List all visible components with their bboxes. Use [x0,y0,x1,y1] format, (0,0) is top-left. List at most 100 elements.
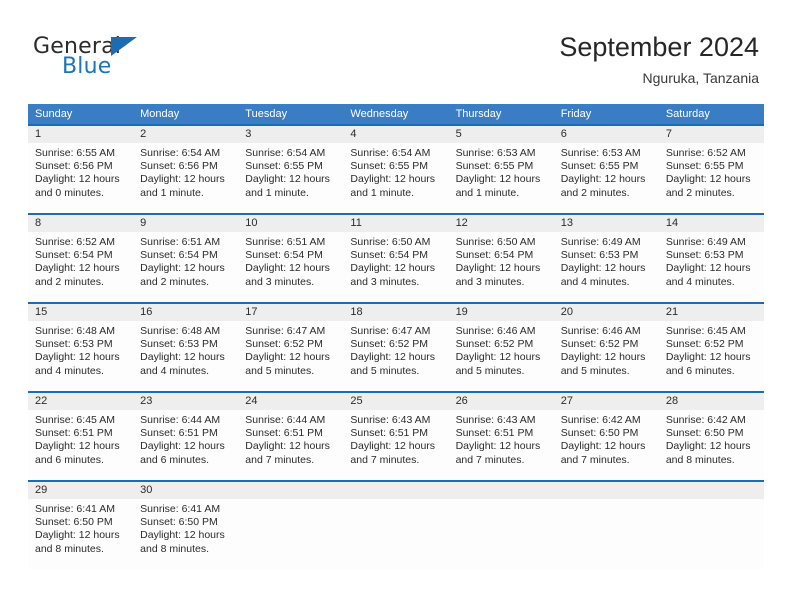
day-details: Sunrise: 6:54 AM Sunset: 6:56 PM Dayligh… [133,143,238,200]
sunset-text: Sunset: 6:53 PM [140,338,218,351]
sunset-text: Sunset: 6:52 PM [560,338,639,351]
day-cell[interactable]: 29 Sunrise: 6:41 AM Sunset: 6:50 PM Dayl… [28,482,134,569]
day-cell-empty [238,482,344,569]
day-cell[interactable]: 15 Sunrise: 6:48 AM Sunset: 6:53 PM Dayl… [28,304,134,391]
sunset-text: Sunset: 6:52 PM [455,338,534,351]
day-number: 2 [133,126,239,143]
day-details: Sunrise: 6:43 AM Sunset: 6:51 PM Dayligh… [343,410,448,467]
sunset-text: Sunset: 6:55 PM [455,160,534,173]
sunrise-text: Sunrise: 6:51 AM [245,236,326,248]
daylight-text-line1: Daylight: 12 hours [350,440,436,453]
sunset-text: Sunset: 6:56 PM [35,160,113,173]
day-cell[interactable]: 1 Sunrise: 6:55 AM Sunset: 6:56 PM Dayli… [28,126,134,213]
daylight-text-line2: and 4 minutes. [560,275,630,288]
day-cell[interactable]: 9 Sunrise: 6:51 AM Sunset: 6:54 PM Dayli… [133,215,239,302]
day-cell[interactable]: 16 Sunrise: 6:48 AM Sunset: 6:53 PM Dayl… [133,304,239,391]
day-cell[interactable]: 7 Sunrise: 6:52 AM Sunset: 6:55 PM Dayli… [658,126,764,213]
sunset-text: Sunset: 6:52 PM [245,338,323,351]
sunrise-text: Sunrise: 6:44 AM [140,414,221,426]
day-number: 10 [238,215,344,232]
day-cell[interactable]: 27 Sunrise: 6:42 AM Sunset: 6:50 PM Dayl… [553,393,659,480]
daylight-text-line2: and 5 minutes. [560,364,630,377]
sunrise-text: Sunrise: 6:54 AM [245,147,326,159]
sunset-text: Sunset: 6:52 PM [665,338,744,351]
daylight-text-line1: Daylight: 12 hours [350,173,436,186]
daylight-text-line1: Daylight: 12 hours [350,262,436,275]
day-cell[interactable]: 30 Sunrise: 6:41 AM Sunset: 6:50 PM Dayl… [133,482,239,569]
daylight-text-line2: and 0 minutes. [35,186,104,199]
day-cell[interactable]: 17 Sunrise: 6:47 AM Sunset: 6:52 PM Dayl… [238,304,344,391]
sunset-text: Sunset: 6:54 PM [140,249,218,262]
daylight-text-line1: Daylight: 12 hours [140,440,225,453]
sunset-text: Sunset: 6:51 PM [455,427,534,440]
sunset-text: Sunset: 6:50 PM [665,427,744,440]
day-cell[interactable]: 19 Sunrise: 6:46 AM Sunset: 6:52 PM Dayl… [448,304,554,391]
day-cell[interactable]: 26 Sunrise: 6:43 AM Sunset: 6:51 PM Dayl… [448,393,554,480]
day-cell[interactable]: 18 Sunrise: 6:47 AM Sunset: 6:52 PM Dayl… [343,304,449,391]
weekday-header-saturday: Saturday [665,108,710,120]
day-cell[interactable]: 20 Sunrise: 6:46 AM Sunset: 6:52 PM Dayl… [553,304,659,391]
day-cell[interactable]: 23 Sunrise: 6:44 AM Sunset: 6:51 PM Dayl… [133,393,239,480]
sunset-text: Sunset: 6:53 PM [560,249,639,262]
day-cell[interactable]: 22 Sunrise: 6:45 AM Sunset: 6:51 PM Dayl… [28,393,134,480]
sunrise-text: Sunrise: 6:41 AM [140,503,221,515]
day-cell[interactable]: 13 Sunrise: 6:49 AM Sunset: 6:53 PM Dayl… [553,215,659,302]
day-details: Sunrise: 6:41 AM Sunset: 6:50 PM Dayligh… [28,499,133,556]
day-number: 19 [448,304,554,321]
day-details: Sunrise: 6:52 AM Sunset: 6:54 PM Dayligh… [28,232,133,289]
page-subtitle-location: Nguruka, Tanzania [642,70,759,86]
day-cell[interactable]: 10 Sunrise: 6:51 AM Sunset: 6:54 PM Dayl… [238,215,344,302]
daylight-text-line2: and 5 minutes. [350,364,420,377]
day-cell[interactable]: 12 Sunrise: 6:50 AM Sunset: 6:54 PM Dayl… [448,215,554,302]
day-number: 8 [28,215,134,232]
daylight-text-line2: and 2 minutes. [35,275,104,288]
daylight-text-line1: Daylight: 12 hours [140,262,225,275]
daylight-text-line1: Daylight: 12 hours [665,351,751,364]
daylight-text-line2: and 5 minutes. [245,364,315,377]
day-cell[interactable]: 11 Sunrise: 6:50 AM Sunset: 6:54 PM Dayl… [343,215,449,302]
week-row: 22 Sunrise: 6:45 AM Sunset: 6:51 PM Dayl… [28,391,764,480]
daylight-text-line1: Daylight: 12 hours [350,351,436,364]
day-number: 24 [238,393,344,410]
day-details: Sunrise: 6:51 AM Sunset: 6:54 PM Dayligh… [133,232,238,289]
day-cell[interactable]: 5 Sunrise: 6:53 AM Sunset: 6:55 PM Dayli… [448,126,554,213]
sunset-text: Sunset: 6:51 PM [350,427,429,440]
sunrise-text: Sunrise: 6:52 AM [35,236,115,248]
daylight-text-line1: Daylight: 12 hours [140,529,225,542]
day-number: 6 [553,126,659,143]
week-row: 1 Sunrise: 6:55 AM Sunset: 6:56 PM Dayli… [28,124,764,213]
daylight-text-line2: and 7 minutes. [560,453,630,466]
daylight-text-line1: Daylight: 12 hours [560,440,646,453]
day-cell[interactable]: 6 Sunrise: 6:53 AM Sunset: 6:55 PM Dayli… [553,126,659,213]
sunrise-text: Sunrise: 6:45 AM [35,414,115,426]
weekday-header-wednesday: Wednesday [350,108,409,120]
daylight-text-line2: and 4 minutes. [35,364,104,377]
daylight-text-line2: and 4 minutes. [665,275,735,288]
day-cell[interactable]: 28 Sunrise: 6:42 AM Sunset: 6:50 PM Dayl… [658,393,764,480]
day-cell[interactable]: 3 Sunrise: 6:54 AM Sunset: 6:55 PM Dayli… [238,126,344,213]
day-details: Sunrise: 6:45 AM Sunset: 6:52 PM Dayligh… [659,321,764,378]
day-cell[interactable]: 25 Sunrise: 6:43 AM Sunset: 6:51 PM Dayl… [343,393,449,480]
day-cell[interactable]: 14 Sunrise: 6:49 AM Sunset: 6:53 PM Dayl… [658,215,764,302]
general-blue-logo[interactable]: General Blue [33,34,223,86]
day-cell-empty [448,482,554,569]
day-number [553,482,659,499]
daylight-text-line1: Daylight: 12 hours [35,351,120,364]
day-cell[interactable]: 21 Sunrise: 6:45 AM Sunset: 6:52 PM Dayl… [658,304,764,391]
day-details: Sunrise: 6:49 AM Sunset: 6:53 PM Dayligh… [659,232,764,289]
day-cell[interactable]: 2 Sunrise: 6:54 AM Sunset: 6:56 PM Dayli… [133,126,239,213]
day-cell[interactable]: 4 Sunrise: 6:54 AM Sunset: 6:55 PM Dayli… [343,126,449,213]
day-details: Sunrise: 6:54 AM Sunset: 6:55 PM Dayligh… [238,143,343,200]
week-row: 29 Sunrise: 6:41 AM Sunset: 6:50 PM Dayl… [28,480,764,569]
daylight-text-line2: and 4 minutes. [140,364,210,377]
day-cell[interactable]: 8 Sunrise: 6:52 AM Sunset: 6:54 PM Dayli… [28,215,134,302]
day-details: Sunrise: 6:52 AM Sunset: 6:55 PM Dayligh… [659,143,764,200]
day-number: 4 [343,126,449,143]
day-details: Sunrise: 6:41 AM Sunset: 6:50 PM Dayligh… [133,499,238,556]
logo-text-blue: Blue [62,54,112,79]
title-block: September 2024 Nguruka, Tanzania [559,30,759,87]
day-details: Sunrise: 6:46 AM Sunset: 6:52 PM Dayligh… [554,321,659,378]
sunrise-text: Sunrise: 6:43 AM [350,414,431,426]
day-cell[interactable]: 24 Sunrise: 6:44 AM Sunset: 6:51 PM Dayl… [238,393,344,480]
day-number: 11 [343,215,449,232]
